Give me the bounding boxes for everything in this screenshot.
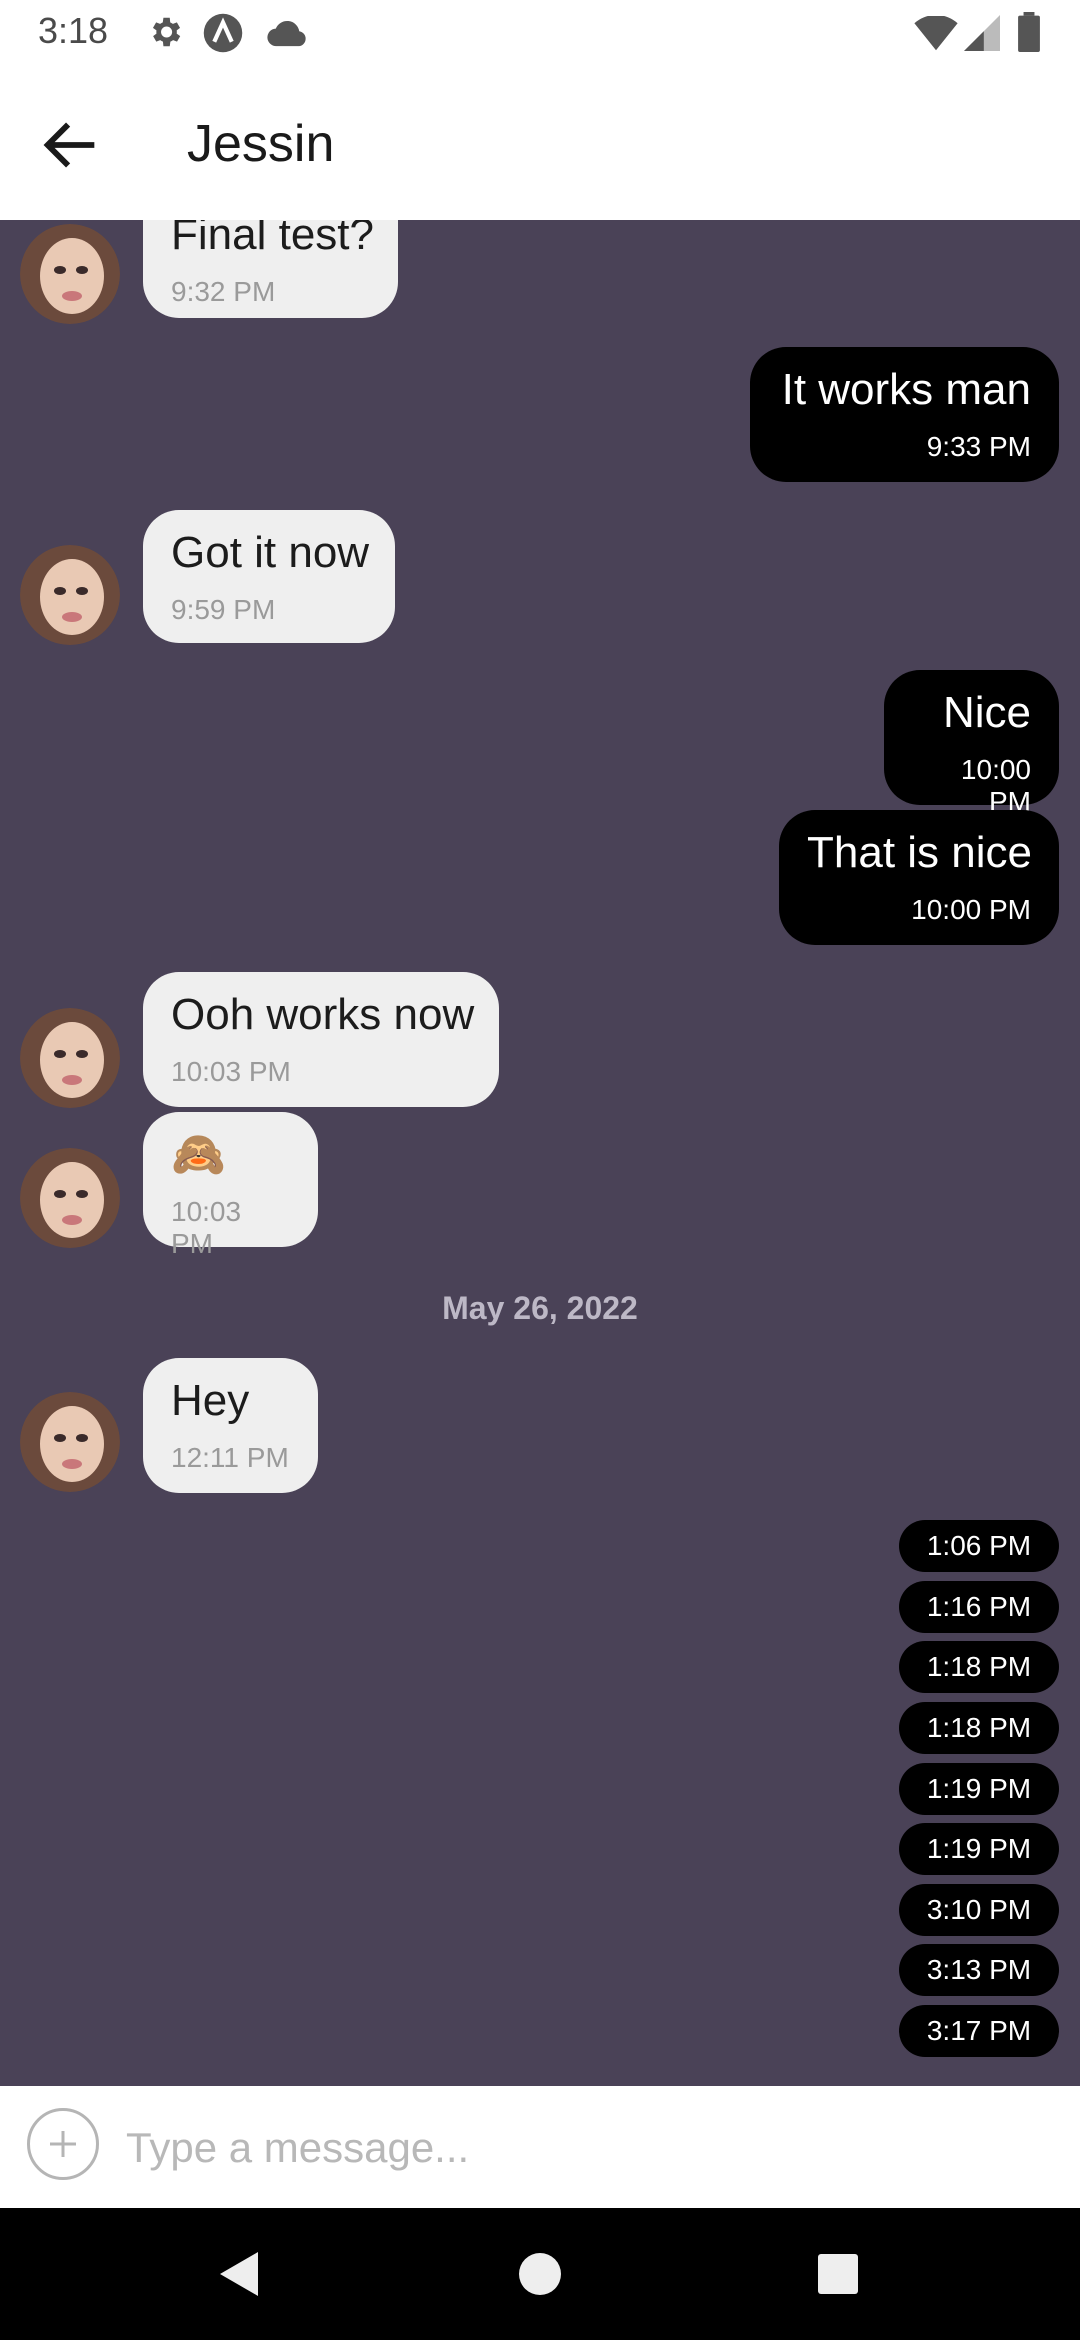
status-bar: 3:18 [0,0,1080,66]
back-triangle-icon[interactable] [170,2208,310,2340]
message-time: 12:11 PM [171,1442,289,1473]
message-time: 10:00 PM [911,894,1031,925]
app-icon [203,13,243,53]
message-text: Final test? [171,220,374,259]
outgoing-message-time[interactable]: 1:19 PM [899,1763,1059,1815]
message-text: It works man [781,365,1031,414]
outgoing-message[interactable]: It works man 9:33 PM [750,347,1059,482]
avatar[interactable] [20,1008,120,1108]
outgoing-message-time[interactable]: 1:16 PM [899,1581,1059,1633]
avatar[interactable] [20,224,120,324]
outgoing-message[interactable]: That is nice 10:00 PM [779,810,1059,945]
message-composer [0,2086,1080,2208]
status-time: 3:18 [38,10,109,51]
contact-name: Jessin [187,115,335,173]
incoming-message[interactable]: Final test? 9:32 PM [143,220,398,318]
incoming-message[interactable]: Ooh works now 10:03 PM [143,972,499,1107]
signal-icon [964,15,1000,51]
home-circle-icon[interactable] [470,2208,610,2340]
date-separator: May 26, 2022 [442,1290,638,1326]
avatar[interactable] [20,1392,120,1492]
message-text: That is nice [807,828,1032,877]
outgoing-message-time[interactable]: 3:13 PM [899,1944,1059,1996]
incoming-message[interactable]: Hey 12:11 PM [143,1358,318,1493]
chat-header: Jessin [0,66,1080,220]
message-text: Nice [942,688,1031,737]
message-emoji: 🙈 [171,1130,226,1179]
outgoing-message-time[interactable]: 3:10 PM [899,1884,1059,1936]
message-time: 10:03 PM [171,1056,291,1087]
message-time: 9:59 PM [171,594,276,625]
outgoing-message-time[interactable]: 1:19 PM [899,1823,1059,1875]
message-input[interactable] [124,2112,1028,2184]
outgoing-message-time[interactable]: 1:18 PM [899,1702,1059,1754]
arrow-left-icon[interactable] [36,110,106,180]
message-time: 9:32 PM [171,276,276,307]
outgoing-message-time[interactable]: 1:06 PM [899,1520,1059,1572]
incoming-message[interactable]: 🙈 10:03 PM [143,1112,318,1259]
incoming-message[interactable]: Got it now 9:59 PM [143,510,395,643]
message-time: 10:00 PM [960,754,1031,817]
message-list[interactable]: Final test? 9:32 PM It works man 9:33 PM… [0,220,1080,2086]
message-text: Got it now [171,528,370,577]
message-text: Ooh works now [171,990,475,1039]
wifi-icon [914,16,958,51]
message-time: 9:33 PM [926,431,1031,462]
outgoing-message-time[interactable]: 1:18 PM [899,1641,1059,1693]
avatar[interactable] [20,545,120,645]
outgoing-message[interactable]: Nice 10:00 PM [884,670,1059,817]
message-time: 10:03 PM [171,1196,242,1259]
outgoing-message-time[interactable]: 3:17 PM [899,2005,1059,2057]
battery-icon [1018,12,1040,52]
system-nav-bar [0,2208,1080,2340]
settings-icon [152,17,181,47]
plus-circle-icon[interactable] [27,2108,99,2180]
recents-square-icon[interactable] [768,2208,908,2340]
cloud-icon [267,20,306,47]
avatar[interactable] [20,1148,120,1248]
message-text: Hey [171,1376,250,1425]
